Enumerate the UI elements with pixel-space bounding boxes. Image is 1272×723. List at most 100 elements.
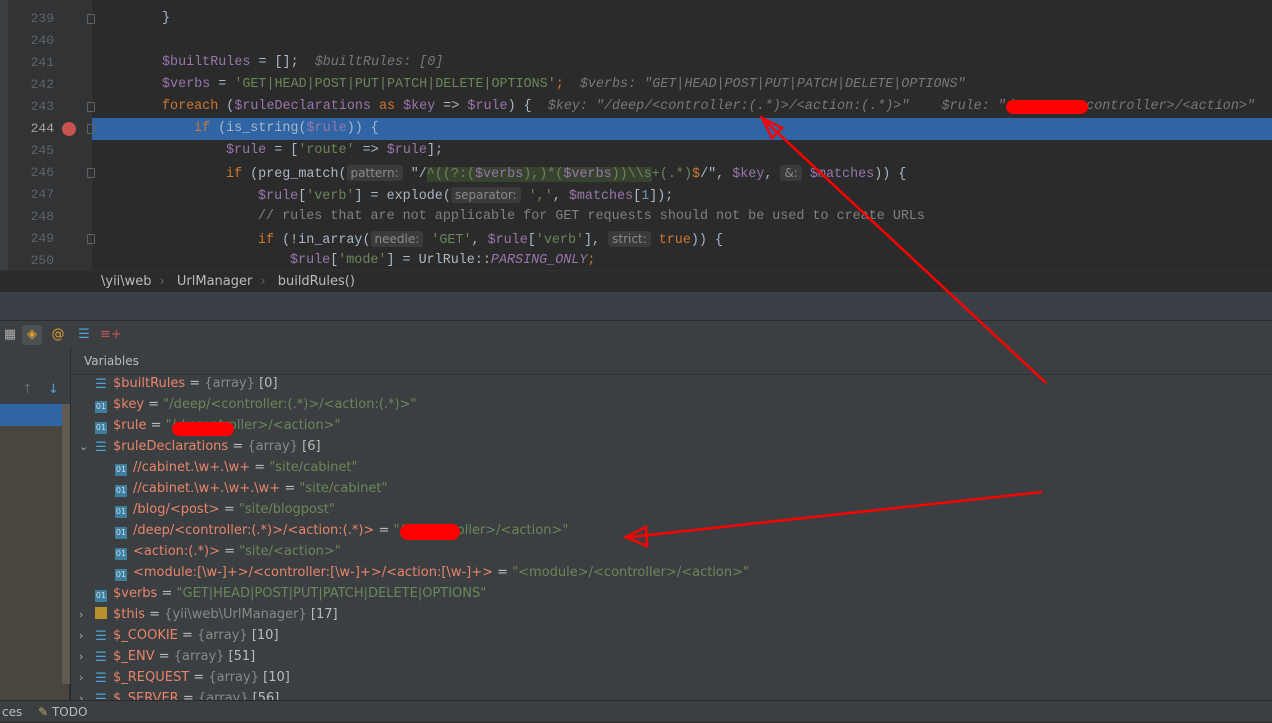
expand-toggle[interactable]: › <box>79 608 95 621</box>
variable-count: [10] <box>263 670 290 685</box>
class-icon[interactable]: ◈ <box>22 325 42 345</box>
variable-row[interactable]: 01 $key = "/deep/<controller:(.*)>/<actio… <box>79 397 417 418</box>
variable-row[interactable]: 01 <module:[\w-]+>/<controller:[\w-]+>/<a… <box>99 565 749 586</box>
inline-value-hint: $verbs: "GET|HEAD|POST|PUT|PATCH|DELETE|… <box>563 77 966 92</box>
list-icon[interactable]: ☰ <box>74 325 94 345</box>
todo-icon: ✎ <box>38 705 49 719</box>
code-token: $rule <box>226 143 267 158</box>
code-token: 'route' <box>298 143 355 158</box>
code-line[interactable]: if (is_string($rule)) { <box>194 118 379 140</box>
inline-value-hint: $key: "/deep/<controller:(.*)>/<action:(… <box>531 99 1014 114</box>
frames-icon[interactable]: ▦ <box>0 325 20 345</box>
variable-type: {array} <box>247 439 298 454</box>
code-line[interactable]: $builtRules = []; $builtRules: [0] <box>162 52 443 74</box>
arrow-down-icon[interactable]: ↓ <box>48 382 59 397</box>
code-token: => <box>435 99 468 114</box>
code-token: = <box>210 77 235 92</box>
code-token: 'GET|HEAD|POST|PUT|PATCH|DELETE|OPTIONS' <box>234 77 556 92</box>
code-line[interactable]: $rule['mode'] = UrlRule::PARSING_ONLY; <box>290 250 595 270</box>
array-icon: ☰ <box>95 440 107 455</box>
variable-name: $this <box>113 607 145 622</box>
code-token: ^((?:( <box>426 167 476 182</box>
variable-row[interactable]: › ☰ $_ENV = {array} [51] <box>79 649 255 670</box>
todo-tab[interactable]: TODO <box>52 705 87 719</box>
code-token: if <box>258 233 275 248</box>
code-token: (!in_array( <box>274 233 371 248</box>
primitive-icon: 01 <box>115 527 127 539</box>
array-icon: ☰ <box>95 650 107 665</box>
code-line[interactable]: $rule = ['route' => $rule]; <box>226 140 443 162</box>
parameter-hint: separator: <box>450 187 521 203</box>
code-token: $key <box>732 167 765 182</box>
code-line[interactable]: if (preg_match(pattern: "/^((?:($verbs),… <box>226 162 906 184</box>
code-line[interactable]: } <box>162 8 170 30</box>
code-token: /", <box>700 167 733 182</box>
code-editor[interactable]: } $builtRules = []; $builtRules: [0] $verb… <box>0 0 1272 270</box>
fold-icon[interactable] <box>87 168 95 178</box>
code-token: ]; <box>426 143 444 158</box>
expand-toggle[interactable]: › <box>79 671 95 684</box>
breadcrumb-namespace[interactable]: \yii\web <box>101 274 152 289</box>
code-token: if <box>226 167 243 182</box>
code-token: 'GET' <box>423 233 472 248</box>
breadcrumb-method[interactable]: buildRules() <box>278 274 355 289</box>
code-line[interactable]: // rules that are not applicable for GET… <box>258 206 925 228</box>
variable-row[interactable]: 01/blog/<post> = "site/blogpost" <box>99 502 335 523</box>
code-token: )) { <box>874 167 907 182</box>
code-token: )) { <box>690 233 724 248</box>
fold-icon[interactable] <box>87 14 95 24</box>
code-line[interactable]: if (!in_array(needle: 'GET', $rule['verb… <box>258 228 723 250</box>
variable-row[interactable]: 01 <action:(.*)> = "site/<action>" <box>99 544 341 565</box>
tool-tab-fragment[interactable]: ces <box>2 705 22 719</box>
inline-value-hint: $builtRules: [0] <box>298 55 444 70</box>
code-token: 'verb' <box>535 233 585 248</box>
variable-row[interactable]: › ☰ $_COOKIE = {array} [10] <box>79 628 279 649</box>
code-token: (preg_match( <box>242 167 347 182</box>
debug-tool-window-header <box>0 292 1272 320</box>
code-token: as <box>370 99 404 114</box>
variable-row[interactable]: ⌄ ☰ $ruleDeclarations = {array} [6] <box>79 439 321 460</box>
code-token: )) { <box>346 121 379 136</box>
variable-name: $verbs <box>113 586 158 601</box>
expand-toggle[interactable]: › <box>79 650 95 663</box>
arrow-up-icon[interactable]: ↑ <box>22 382 33 397</box>
variables-header: Variables <box>71 348 1272 375</box>
at-icon[interactable]: @ <box>48 325 68 345</box>
variable-row[interactable]: 01 $verbs = "GET|HEAD|POST|PUT|PATCH|DELE… <box>79 586 486 607</box>
code-line[interactable]: $rule['verb'] = explode(separator: ',', … <box>258 184 673 206</box>
variable-value: "site/cabinet" <box>269 460 358 475</box>
selected-frame[interactable] <box>0 404 62 426</box>
add-watch-icon[interactable]: ≡+ <box>100 325 122 345</box>
code-token: , <box>471 233 488 248</box>
variables-panel: Variables ☰ $builtRules = {array} [0] 01 $k… <box>71 348 1272 706</box>
code-token: ),)*( <box>523 167 564 182</box>
fold-icon[interactable] <box>87 124 95 134</box>
frames-scrollbar[interactable] <box>62 404 70 684</box>
fold-icon[interactable] <box>87 234 95 244</box>
variable-row[interactable]: › ☰ $_REQUEST = {array} [10] <box>79 670 290 691</box>
primitive-icon: 01 <box>115 485 127 497</box>
variable-row[interactable]: ☰ $builtRules = {array} [0] <box>79 376 277 397</box>
parameter-hint: pattern: <box>346 165 403 181</box>
code-token: $ <box>692 167 701 182</box>
code-token: $verbs <box>475 167 524 182</box>
expand-toggle[interactable]: › <box>79 629 95 642</box>
variable-name: //cabinet.\w+.\w+.\w+ <box>133 481 281 496</box>
breakpoint-icon[interactable] <box>62 122 76 136</box>
fold-icon[interactable] <box>87 102 95 112</box>
expand-toggle[interactable]: ⌄ <box>79 440 95 453</box>
variable-row[interactable]: 01//cabinet.\w+.\w+ = "site/cabinet" <box>99 460 357 481</box>
breadcrumb-class[interactable]: UrlManager <box>177 274 252 289</box>
code-line[interactable]: foreach ($ruleDeclarations as $key => $r… <box>162 96 1255 118</box>
code-token: if <box>194 121 211 136</box>
variable-row[interactable]: 01/deep/<controller:(.*)>/<action:(.*)> … <box>99 523 568 544</box>
line-number: 240 <box>30 33 54 48</box>
variable-row[interactable]: › $this = {yii\web\UrlManager} [17] <box>79 607 338 628</box>
variable-value: "GET|HEAD|POST|PUT|PATCH|DELETE|OPTIONS" <box>176 586 487 601</box>
code-line[interactable]: $verbs = 'GET|HEAD|POST|PUT|PATCH|DELETE… <box>162 74 966 96</box>
variable-type: {yii\web\UrlManager} <box>164 607 307 622</box>
project-panel-edge <box>0 0 8 270</box>
code-token: $verbs <box>563 167 612 182</box>
variable-type: {array} <box>208 670 259 685</box>
variable-row[interactable]: 01//cabinet.\w+.\w+.\w+ = "site/cabinet" <box>99 481 388 502</box>
